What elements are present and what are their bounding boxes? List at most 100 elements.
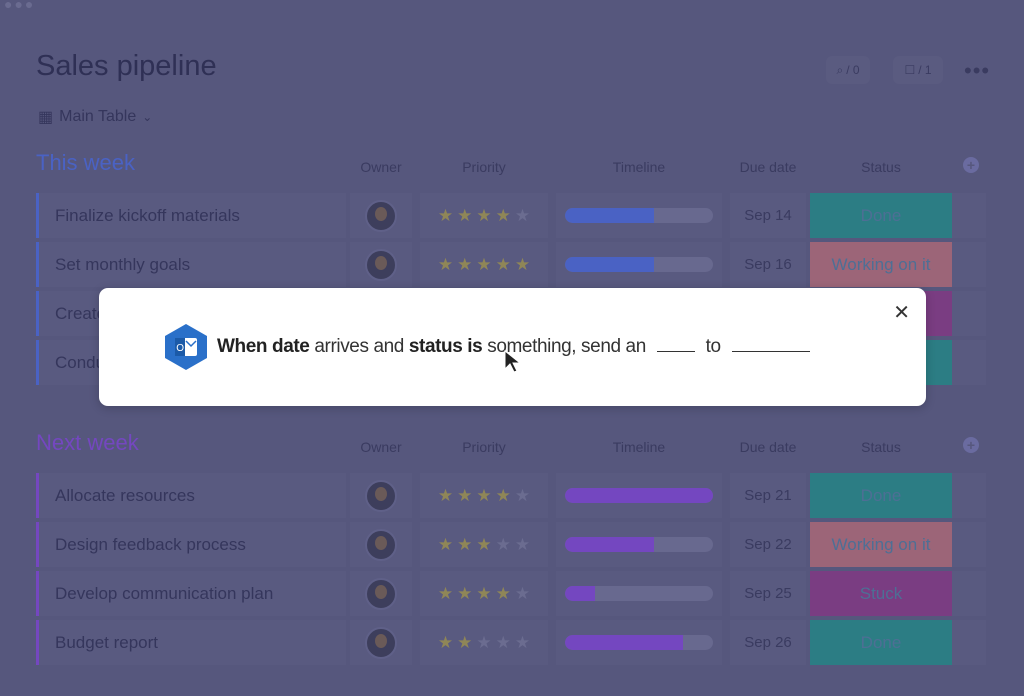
- status-badge[interactable]: Stuck: [810, 571, 952, 616]
- table-row: Budget report ★ ★ ★ ★ ★ Sep 26 Done: [36, 620, 986, 665]
- item-name[interactable]: Set monthly goals: [36, 242, 346, 287]
- due-date[interactable]: Sep 16: [730, 242, 806, 287]
- star-icon[interactable]: ★: [457, 633, 472, 653]
- star-icon[interactable]: ★: [515, 206, 530, 226]
- star-icon[interactable]: ★: [496, 633, 511, 653]
- column-timeline[interactable]: Timeline: [556, 439, 722, 455]
- empty-cell: [952, 571, 986, 616]
- star-icon[interactable]: ★: [496, 535, 511, 555]
- due-date[interactable]: Sep 22: [730, 522, 806, 567]
- star-icon[interactable]: ★: [515, 584, 530, 604]
- priority-rating[interactable]: ★★★★★: [420, 620, 548, 665]
- robot-icon: ☐: [904, 63, 916, 77]
- star-icon[interactable]: ★: [515, 633, 530, 653]
- add-column-icon[interactable]: +: [963, 437, 979, 453]
- activity-button[interactable]: ⌕/ 0: [826, 56, 870, 84]
- automation-modal: ✕ O When date arrives and status is some…: [99, 288, 926, 406]
- item-name[interactable]: Allocate resources: [36, 473, 346, 518]
- status-badge[interactable]: Working on it: [810, 522, 952, 567]
- due-date[interactable]: Sep 26: [730, 620, 806, 665]
- star-icon[interactable]: ★: [476, 486, 491, 506]
- item-name[interactable]: Develop communication plan: [36, 571, 346, 616]
- star-icon[interactable]: ★: [457, 206, 472, 226]
- add-column-icon[interactable]: +: [963, 157, 979, 173]
- item-name[interactable]: Budget report: [36, 620, 346, 665]
- column-timeline[interactable]: Timeline: [556, 159, 722, 175]
- action-blank[interactable]: [656, 338, 695, 352]
- group-title[interactable]: This week: [36, 150, 135, 176]
- close-icon[interactable]: ✕: [893, 300, 910, 325]
- owner-cell[interactable]: [350, 193, 412, 238]
- owner-cell[interactable]: [350, 620, 412, 665]
- members-button[interactable]: ☐/ 1: [893, 56, 943, 84]
- star-icon[interactable]: ★: [476, 206, 491, 226]
- status-badge[interactable]: Done: [810, 193, 952, 238]
- owner-cell[interactable]: [350, 571, 412, 616]
- group-title[interactable]: Next week: [36, 430, 139, 456]
- timeline-fill: [565, 257, 654, 272]
- star-icon[interactable]: ★: [457, 486, 472, 506]
- timeline-cell[interactable]: [556, 242, 722, 287]
- table-row: Design feedback process ★ ★ ★ ★ ★ Sep 22 Wor…: [36, 522, 986, 567]
- star-icon[interactable]: ★: [515, 535, 530, 555]
- status-badge[interactable]: Done: [810, 620, 952, 665]
- star-icon[interactable]: ★: [438, 535, 453, 555]
- owner-cell[interactable]: [350, 242, 412, 287]
- column-due-date[interactable]: Due date: [730, 159, 806, 175]
- svg-text:O: O: [176, 343, 184, 354]
- star-icon[interactable]: ★: [515, 486, 530, 506]
- column-due-date[interactable]: Due date: [730, 439, 806, 455]
- star-icon[interactable]: ★: [476, 535, 491, 555]
- star-icon[interactable]: ★: [496, 206, 511, 226]
- table-row: Develop communication plan ★ ★ ★ ★ ★ Sep 25 …: [36, 571, 986, 616]
- item-name[interactable]: Design feedback process: [36, 522, 346, 567]
- priority-rating[interactable]: ★★★★★: [420, 473, 548, 518]
- priority-rating[interactable]: ★★★★★: [420, 242, 548, 287]
- page-title: Sales pipeline: [36, 50, 217, 82]
- star-icon[interactable]: ★: [476, 255, 491, 275]
- item-name[interactable]: Finalize kickoff materials: [36, 193, 346, 238]
- due-date[interactable]: Sep 25: [730, 571, 806, 616]
- owner-cell[interactable]: [350, 522, 412, 567]
- star-icon[interactable]: ★: [457, 255, 472, 275]
- star-icon[interactable]: ★: [476, 633, 491, 653]
- star-icon[interactable]: ★: [457, 535, 472, 555]
- table-row: Allocate resources ★ ★ ★ ★ ★ Sep 21 Done: [36, 473, 986, 518]
- status-badge[interactable]: Working on it: [810, 242, 952, 287]
- more-options-icon[interactable]: •••: [964, 58, 990, 84]
- column-owner[interactable]: Owner: [350, 159, 412, 175]
- timeline-cell[interactable]: [556, 571, 722, 616]
- star-icon[interactable]: ★: [496, 486, 511, 506]
- priority-rating[interactable]: ★★★★★: [420, 522, 548, 567]
- star-icon[interactable]: ★: [515, 255, 530, 275]
- column-priority[interactable]: Priority: [420, 439, 548, 455]
- column-priority[interactable]: Priority: [420, 159, 548, 175]
- star-icon[interactable]: ★: [438, 486, 453, 506]
- recipient-blank[interactable]: [731, 338, 810, 352]
- column-status[interactable]: Status: [810, 159, 952, 175]
- timeline-cell[interactable]: [556, 522, 722, 567]
- priority-rating[interactable]: ★★★★★: [420, 571, 548, 616]
- priority-rating[interactable]: ★★★★★: [420, 193, 548, 238]
- timeline-cell[interactable]: [556, 473, 722, 518]
- timeline-cell[interactable]: [556, 193, 722, 238]
- timeline-cell[interactable]: [556, 620, 722, 665]
- status-badge[interactable]: Done: [810, 473, 952, 518]
- star-icon[interactable]: ★: [457, 584, 472, 604]
- star-icon[interactable]: ★: [476, 584, 491, 604]
- column-status[interactable]: Status: [810, 439, 952, 455]
- avatar: [365, 577, 397, 610]
- owner-cell[interactable]: [350, 473, 412, 518]
- due-date[interactable]: Sep 21: [730, 473, 806, 518]
- star-icon[interactable]: ★: [496, 584, 511, 604]
- star-icon[interactable]: ★: [438, 255, 453, 275]
- star-icon[interactable]: ★: [438, 584, 453, 604]
- timeline-bar: [565, 208, 713, 223]
- view-selector[interactable]: ▦ Main Table ⌄: [38, 107, 152, 127]
- star-icon[interactable]: ★: [496, 255, 511, 275]
- empty-cell: [952, 620, 986, 665]
- star-icon[interactable]: ★: [438, 206, 453, 226]
- star-icon[interactable]: ★: [438, 633, 453, 653]
- due-date[interactable]: Sep 14: [730, 193, 806, 238]
- column-owner[interactable]: Owner: [350, 439, 412, 455]
